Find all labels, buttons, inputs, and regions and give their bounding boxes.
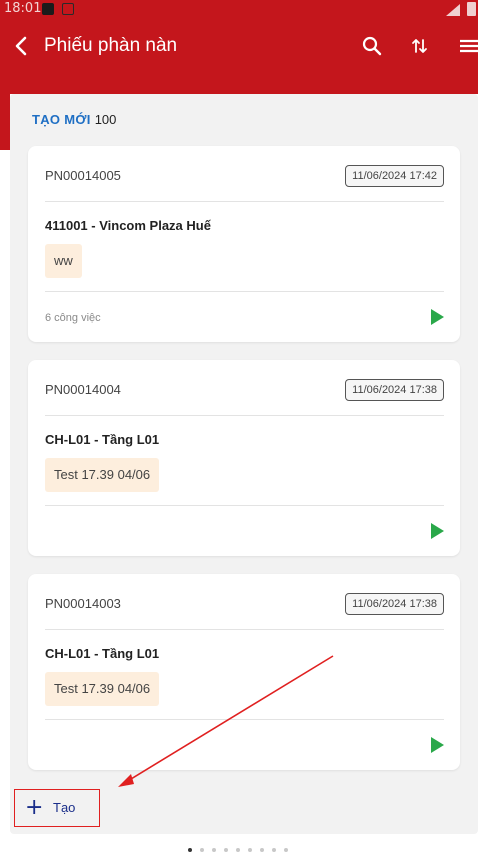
page-dot[interactable]	[260, 848, 264, 852]
page-dot[interactable]	[236, 848, 240, 852]
page-dot[interactable]	[248, 848, 252, 852]
page-dot[interactable]	[284, 848, 288, 852]
page-dot[interactable]	[200, 848, 204, 852]
page-dot[interactable]	[272, 848, 276, 852]
page-dot[interactable]	[212, 848, 216, 852]
page-dot[interactable]	[224, 848, 228, 852]
annotation-arrow	[118, 655, 334, 787]
page-dot[interactable]	[188, 848, 192, 852]
